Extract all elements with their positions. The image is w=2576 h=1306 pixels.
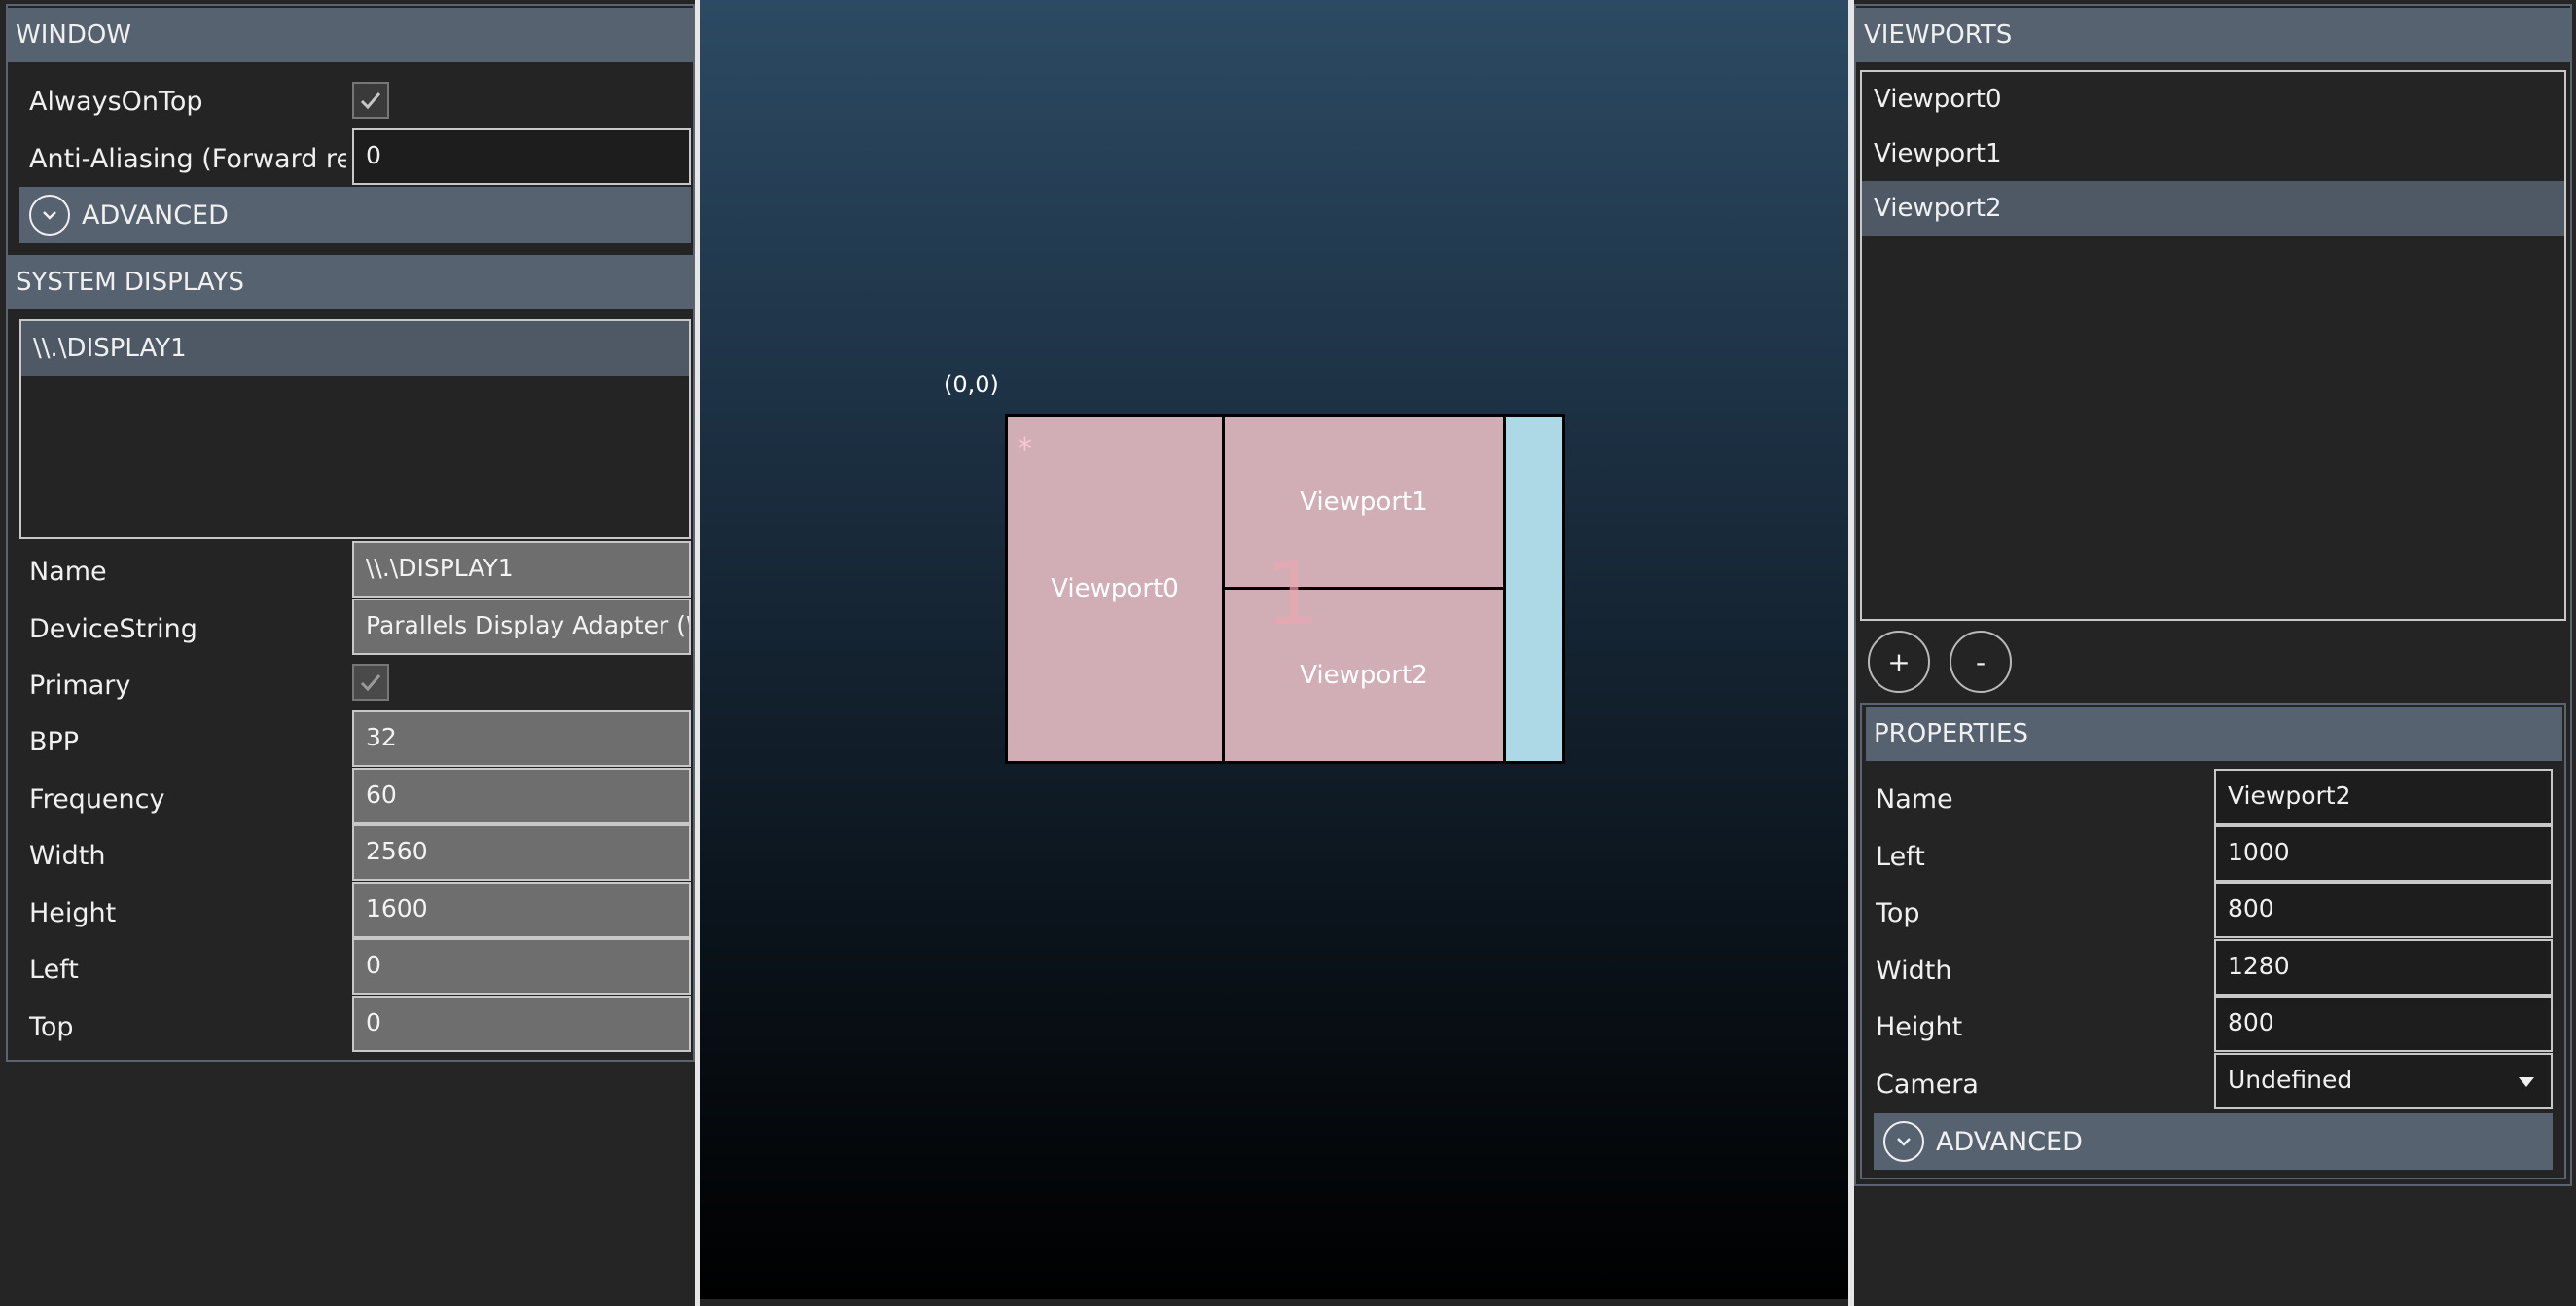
display-list-item[interactable]: \\.\DISPLAY1 (21, 321, 689, 376)
primary-marker: * (1018, 432, 1032, 466)
checkmark-icon (360, 92, 381, 110)
viewport-list-item-1[interactable]: Viewport1 (1862, 127, 2564, 181)
remove-viewport-button[interactable]: - (1950, 631, 2012, 693)
top-label: Top (29, 1012, 74, 1042)
left-field: 0 (352, 938, 691, 995)
primary-checkbox (352, 664, 389, 701)
origin-label: (0,0) (944, 371, 999, 398)
properties-advanced-label: ADVANCED (1936, 1126, 2083, 1157)
properties-panel: PROPERTIES Name Viewport2 Left 1000 Top … (1860, 703, 2566, 1179)
display-name-field: \\.\DISPLAY1 (352, 541, 691, 598)
prop-height-field[interactable]: 800 (2214, 996, 2553, 1052)
left-label: Left (29, 955, 79, 985)
system-displays-header: SYSTEM DISPLAYS (8, 255, 693, 309)
properties-header: PROPERTIES (1866, 707, 2562, 761)
camera-dropdown[interactable]: Undefined (2214, 1053, 2553, 1109)
anti-aliasing-field[interactable]: 0 (352, 128, 691, 185)
prop-left-label: Left (1876, 842, 1925, 872)
width-label: Width (29, 841, 106, 871)
chevron-down-icon (29, 195, 70, 236)
prop-camera-label: Camera (1876, 1070, 1979, 1100)
prop-name-field[interactable]: Viewport2 (2214, 769, 2553, 825)
bpp-label: BPP (29, 727, 80, 757)
display-name-label: Name (29, 557, 107, 587)
window-advanced-toggle[interactable]: ADVANCED (19, 187, 691, 243)
always-on-top-label: AlwaysOnTop (29, 87, 203, 117)
prop-height-label: Height (1876, 1012, 1963, 1042)
frequency-label: Frequency (29, 784, 165, 815)
viewport-list-item-2[interactable]: Viewport2 (1862, 181, 2564, 236)
camera-selected-value: Undefined (2228, 1066, 2353, 1094)
left-panel: WINDOW AlwaysOnTop Anti-Aliasing (Forwar… (6, 4, 695, 1062)
window-advanced-label: ADVANCED (82, 200, 229, 231)
layout-canvas[interactable]: (0,0) Viewport0 Viewport1 Viewport2 * 1 (700, 0, 1848, 1299)
dropdown-arrow-icon (2519, 1077, 2534, 1087)
height-field: 1600 (352, 882, 691, 938)
add-viewport-button[interactable]: + (1868, 631, 1930, 693)
checkmark-icon (360, 674, 381, 692)
system-displays-list[interactable]: \\.\DISPLAY1 (19, 319, 691, 539)
frequency-field: 60 (352, 768, 691, 824)
properties-advanced-toggle[interactable]: ADVANCED (1874, 1113, 2553, 1170)
prop-top-label: Top (1876, 898, 1920, 928)
width-field: 2560 (352, 824, 691, 881)
height-label: Height (29, 898, 117, 928)
right-panel: VIEWPORTS Viewport0 Viewport1 Viewport2 … (1854, 4, 2572, 1186)
primary-label: Primary (29, 671, 131, 701)
viewport0-label: Viewport0 (1051, 574, 1179, 603)
device-string-label: DeviceString (29, 614, 197, 644)
prop-width-field[interactable]: 1280 (2214, 939, 2553, 996)
anti-aliasing-label: Anti-Aliasing (Forward rend (29, 144, 346, 174)
bpp-field: 32 (352, 710, 691, 767)
always-on-top-checkbox[interactable] (352, 82, 389, 119)
viewports-header: VIEWPORTS (1856, 8, 2570, 62)
viewport2-label: Viewport2 (1300, 661, 1428, 690)
window-header: WINDOW (8, 8, 693, 62)
top-field: 0 (352, 996, 691, 1052)
display-number: 1 (1265, 543, 1321, 645)
chevron-down-icon (1883, 1121, 1924, 1162)
prop-top-field[interactable]: 800 (2214, 882, 2553, 938)
prop-name-label: Name (1876, 784, 1953, 815)
prop-left-field[interactable]: 1000 (2214, 825, 2553, 882)
prop-width-label: Width (1876, 956, 1952, 986)
device-string-field: Parallels Display Adapter (W (352, 599, 691, 655)
viewports-list[interactable]: Viewport0 Viewport1 Viewport2 (1860, 70, 2566, 621)
viewport-list-item-0[interactable]: Viewport0 (1862, 72, 2564, 127)
viewport0-rect[interactable]: Viewport0 (1005, 414, 1225, 764)
viewport1-label: Viewport1 (1300, 487, 1428, 517)
